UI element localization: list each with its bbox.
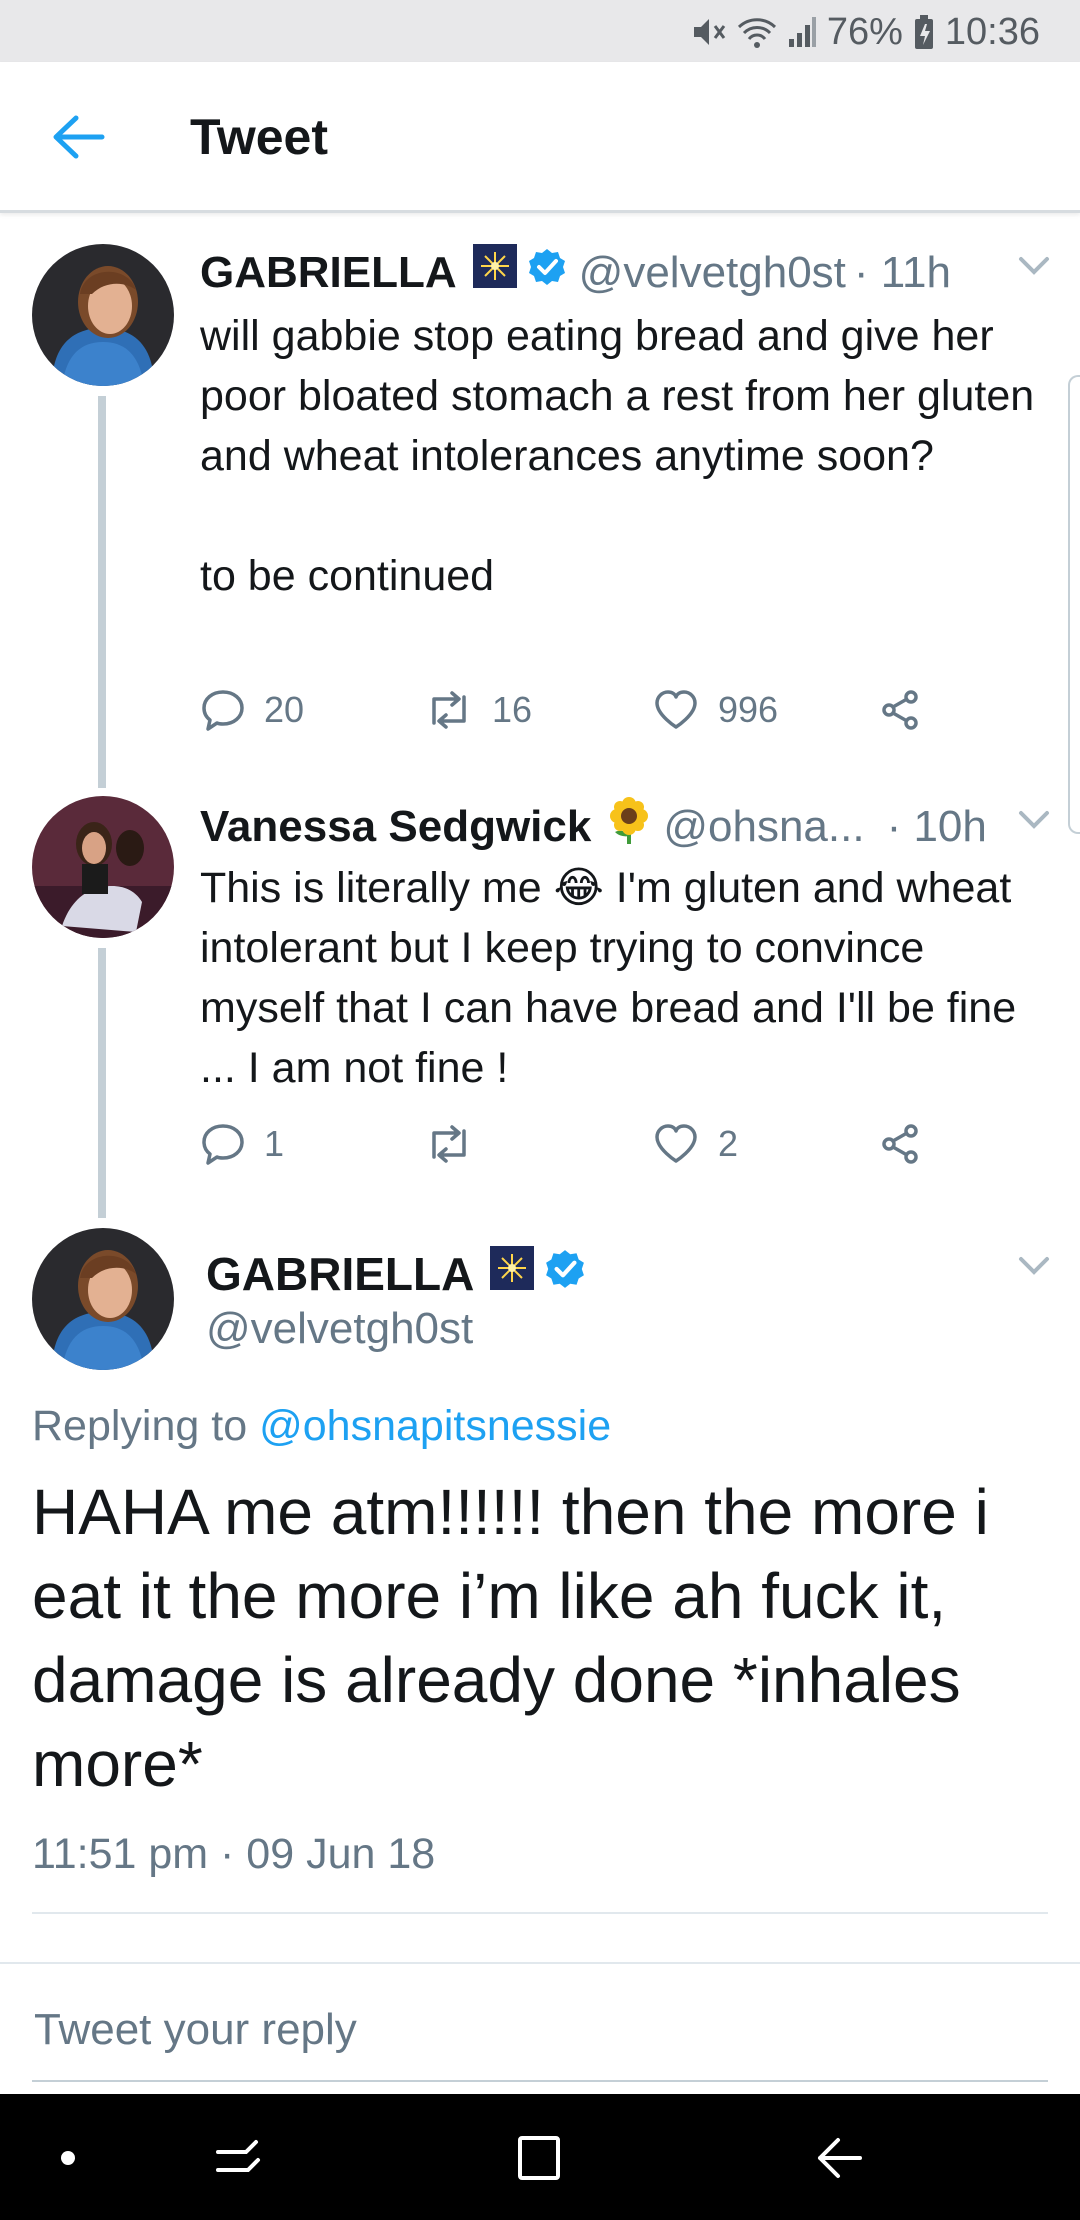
status-bar: 76% 10:36 <box>0 0 1080 62</box>
wifi-icon <box>737 15 777 49</box>
tweet-header: Vanessa Sedgwick @ohsna... · 10h <box>200 796 987 857</box>
like-count: 996 <box>718 689 779 730</box>
back-arrow-icon <box>818 2138 862 2178</box>
nav-dot-button[interactable] <box>40 2132 100 2184</box>
home-icon <box>518 2136 560 2180</box>
avatar[interactable] <box>32 796 174 938</box>
retweet-icon <box>432 691 466 729</box>
verified-badge-icon <box>527 246 567 300</box>
replying-to: Replying to @ohsnapitsnessie <box>32 1402 611 1451</box>
tweet-text: will gabbie stop eating bread and give h… <box>200 312 1035 600</box>
back-nav-button[interactable] <box>810 2132 870 2184</box>
battery-icon <box>913 14 935 50</box>
reply-count: 20 <box>264 689 305 730</box>
author-name-row: GABRIELLA <box>206 1246 586 1301</box>
battery-percent: 76% <box>826 10 903 53</box>
main-tweet: GABRIELLA @velvetgh0st Replying to @ohsn… <box>0 1226 1080 1926</box>
back-button[interactable] <box>50 114 106 160</box>
tweet-menu-button[interactable] <box>1018 1256 1050 1276</box>
reply-composer <box>0 1962 1080 2096</box>
heart-icon <box>655 690 697 729</box>
author-name[interactable]: GABRIELLA <box>206 1247 474 1301</box>
author-handle[interactable]: @velvetgh0st <box>206 1304 473 1354</box>
share-icon <box>882 690 918 730</box>
arrow-left-icon <box>53 115 105 159</box>
status-icons: 76% 10:36 <box>691 8 1040 56</box>
recents-icon <box>216 2140 260 2172</box>
clock: 10:36 <box>944 10 1040 53</box>
tweet-timestamp[interactable]: 11:51 pm · 09 Jun 18 <box>32 1830 435 1879</box>
tweet-text: This is literally me 😂 I'm gluten and wh… <box>200 864 1029 1092</box>
tweet-menu-button[interactable] <box>1018 256 1050 276</box>
author-name[interactable]: GABRIELLA <box>200 246 457 300</box>
share-button[interactable] <box>878 684 924 736</box>
chevron-down-icon <box>1019 1257 1049 1275</box>
tweet-menu-button[interactable] <box>1018 810 1050 830</box>
reply-count: 1 <box>264 1123 285 1164</box>
like-button[interactable]: 2 <box>652 1118 738 1170</box>
chevron-down-icon <box>1019 257 1049 275</box>
tweet-time[interactable]: · 11h <box>854 246 951 300</box>
page-title: Tweet <box>190 109 328 165</box>
system-nav-bar <box>0 2094 1080 2220</box>
author-name[interactable]: Vanessa Sedgwick <box>200 800 591 854</box>
comment-icon <box>202 690 244 731</box>
dot-icon <box>61 2151 75 2165</box>
avatar-image <box>32 244 174 386</box>
tweet-time[interactable]: · 10h <box>887 800 987 854</box>
avatar-image <box>32 1228 174 1370</box>
tweet-actions: 1 2 <box>200 1118 960 1170</box>
avatar-image <box>32 796 174 938</box>
share-icon <box>882 1124 918 1164</box>
thread-tweet-1[interactable]: GABRIELLA @velvetgh0st · 11h will gabbie… <box>0 240 1080 788</box>
like-button[interactable]: 996 <box>652 684 778 736</box>
retweet-button[interactable] <box>424 1118 492 1170</box>
reply-button[interactable]: 20 <box>200 684 304 736</box>
author-handle[interactable]: @ohsna... <box>663 800 864 854</box>
replying-to-link[interactable]: @ohsnapitsnessie <box>259 1402 611 1450</box>
app-header: Tweet <box>0 62 1080 213</box>
fireworks-emoji-icon <box>472 244 517 301</box>
chevron-down-icon <box>1019 811 1049 829</box>
share-button[interactable] <box>878 1118 924 1170</box>
thread-tweet-2[interactable]: Vanessa Sedgwick @ohsna... · 10h This is… <box>0 792 1080 1218</box>
verified-badge-icon <box>544 1247 586 1301</box>
like-count: 2 <box>718 1123 739 1164</box>
fireworks-emoji-icon <box>490 1246 535 1301</box>
reply-input[interactable] <box>32 1988 1052 2072</box>
recent-apps-button[interactable] <box>210 2132 270 2184</box>
thread-line <box>98 396 106 788</box>
heart-icon <box>655 1124 697 1163</box>
signal-icon <box>787 15 817 49</box>
sunflower-emoji-icon <box>607 796 651 857</box>
retweet-icon <box>432 1125 466 1163</box>
main-tweet-text: HAHA me atm!!!!!! then the more i eat it… <box>32 1476 1007 1800</box>
reply-button[interactable]: 1 <box>200 1118 284 1170</box>
avatar[interactable] <box>32 244 174 386</box>
thread-line <box>98 948 106 1218</box>
author-handle[interactable]: @velvetgh0st <box>579 246 846 300</box>
tweet-header: GABRIELLA @velvetgh0st · 11h <box>200 244 951 301</box>
avatar[interactable] <box>32 1228 174 1370</box>
replying-label: Replying to <box>32 1402 248 1450</box>
comment-icon <box>202 1124 244 1165</box>
retweet-count: 16 <box>492 689 533 730</box>
tweet-actions: 20 16 996 <box>200 684 960 736</box>
reply-input-underline <box>32 2080 1048 2082</box>
retweet-button[interactable]: 16 <box>424 684 532 736</box>
divider <box>32 1912 1048 1914</box>
home-button[interactable] <box>510 2132 570 2184</box>
mute-icon <box>691 15 727 49</box>
